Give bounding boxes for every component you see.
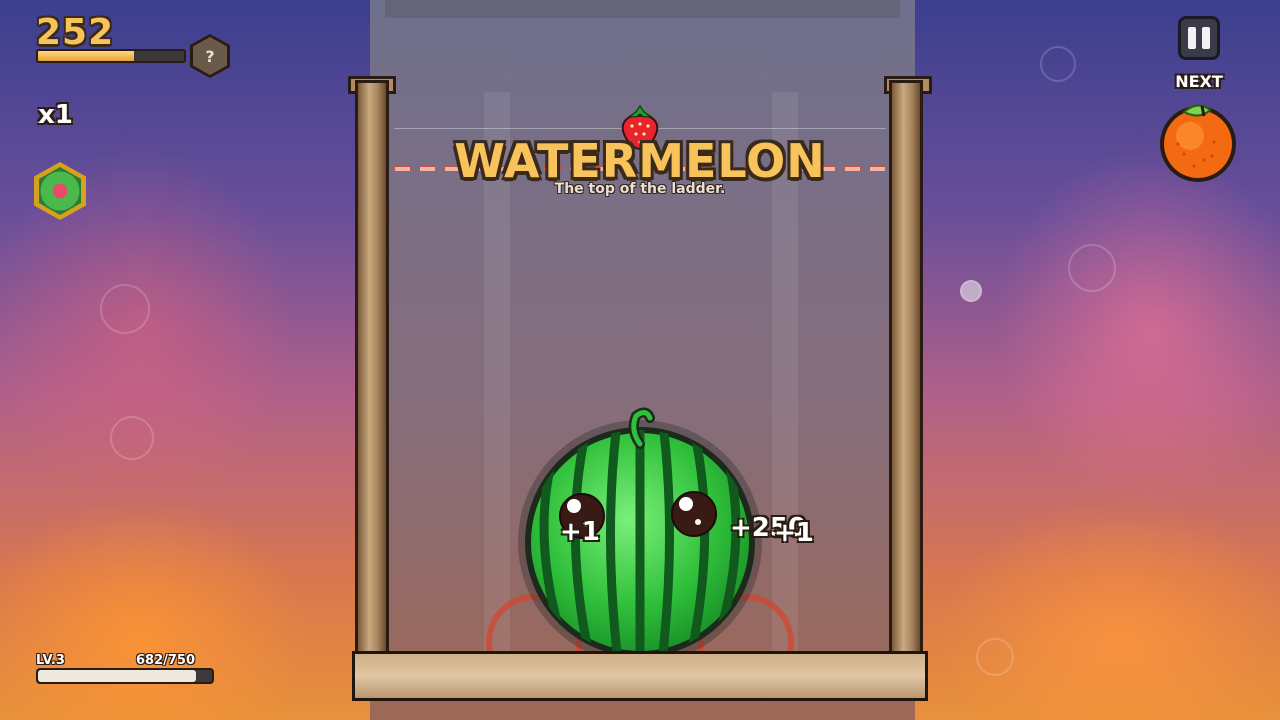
left-wall [355, 80, 389, 660]
level-label: LV.3 [36, 653, 65, 668]
right-wall [889, 80, 923, 660]
score-progress-bar [36, 49, 186, 63]
xp-count: 682/750 [136, 653, 196, 668]
multiplier-label: x1 [38, 100, 73, 130]
fruit-announcement-title: WATERMELON [454, 134, 826, 188]
xp-progress-bar [36, 668, 214, 684]
score-value: 252 [36, 12, 115, 53]
xp-progress-fill [38, 670, 197, 682]
fruit-announcement-subtitle: The top of the ladder. [554, 181, 726, 197]
score-popup: +1 [774, 518, 814, 548]
score-popup: +1 [560, 517, 600, 547]
orange-icon [1160, 104, 1236, 182]
pause-button[interactable] [1178, 16, 1220, 60]
pause-icon [1188, 27, 1196, 49]
board-floor [352, 651, 928, 701]
next-label: NEXT [1175, 72, 1223, 91]
question-mark: ? [193, 37, 227, 75]
play-area-top [385, 0, 900, 18]
score-progress-fill [38, 51, 135, 61]
